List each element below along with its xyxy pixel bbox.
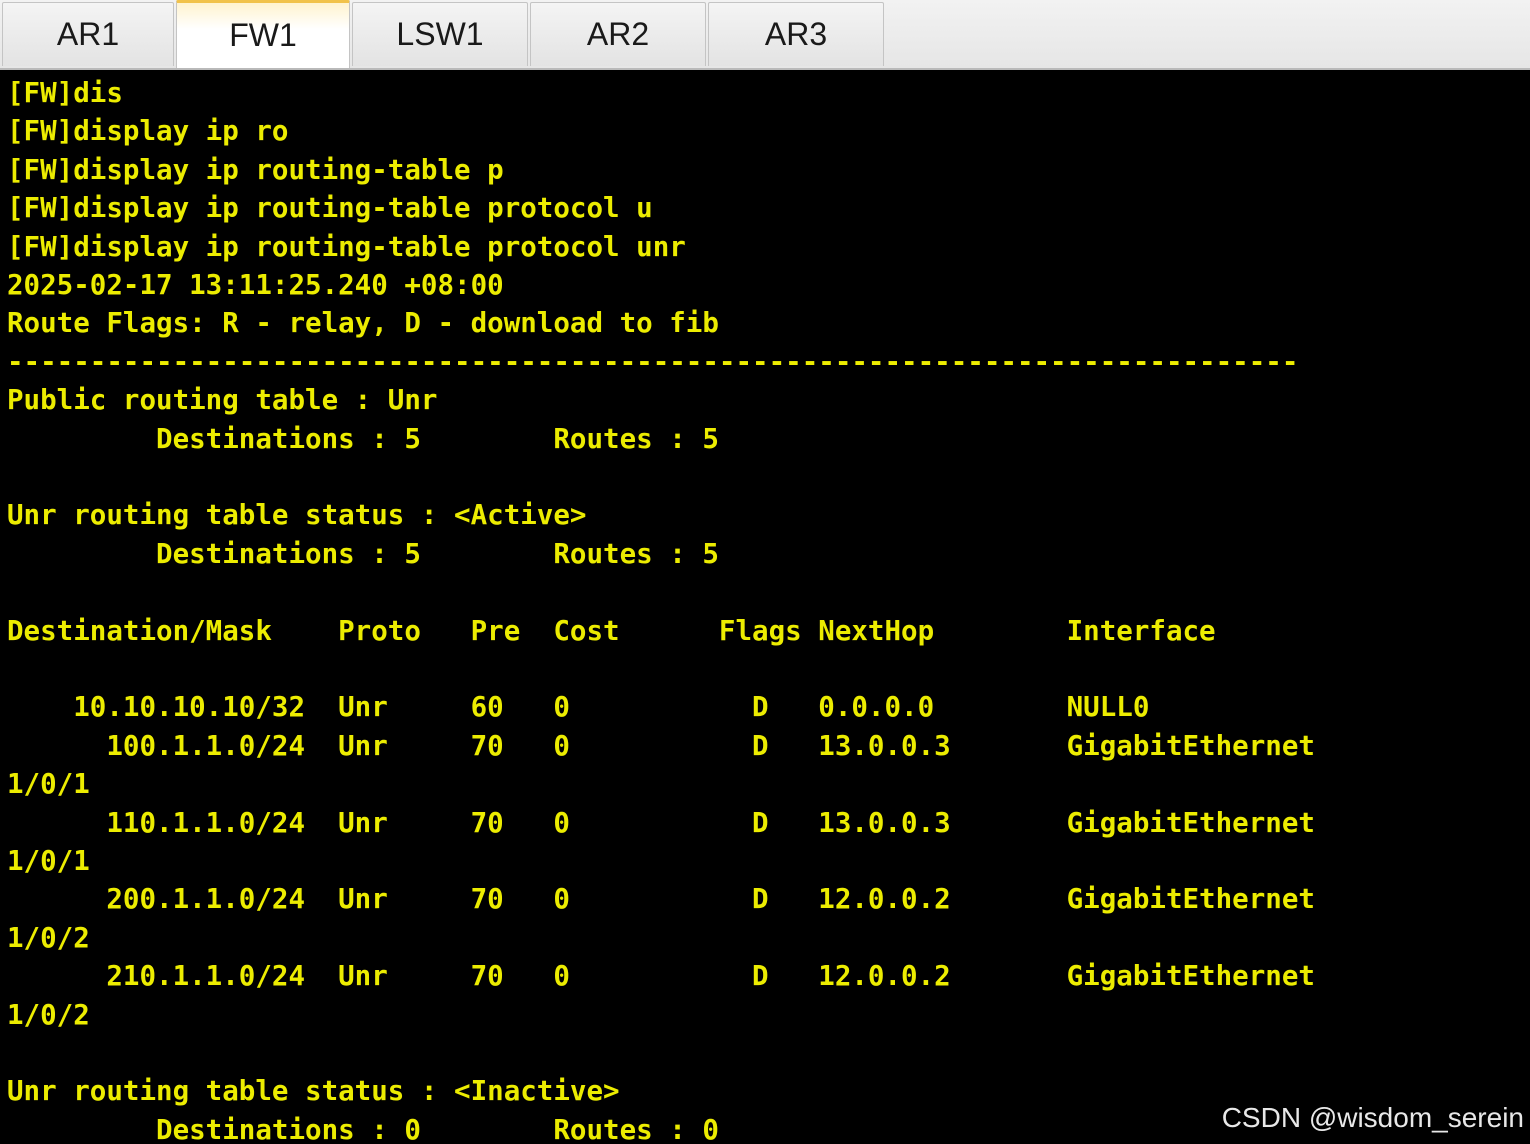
terminal-line: [FW]display ip routing-table p [7, 154, 504, 186]
watermark: CSDN @wisdom_serein [1221, 1102, 1524, 1133]
route-row-wrap: 1/0/2 [7, 999, 90, 1031]
terminal-line: [FW]display ip ro [7, 115, 289, 147]
terminal-separator: ----------------------------------------… [7, 346, 1299, 378]
route-row-wrap: 1/0/1 [7, 768, 90, 800]
tab-ar1[interactable]: AR1 [2, 2, 174, 66]
route-table-header: Destination/Mask Proto Pre Cost Flags Ne… [7, 615, 1216, 647]
route-row: 200.1.1.0/24 Unr 70 0 D 12.0.0.2 Gigabit… [7, 883, 1315, 915]
terminal-line: Route Flags: R - relay, D - download to … [7, 307, 719, 339]
route-row-wrap: 1/0/2 [7, 922, 90, 954]
tab-fw1[interactable]: FW1 [176, 0, 350, 68]
terminal-line: Public routing table : Unr [7, 384, 438, 416]
route-row-wrap: 1/0/1 [7, 845, 90, 877]
terminal-line: [FW]display ip routing-table protocol un… [7, 231, 686, 263]
route-row: 100.1.1.0/24 Unr 70 0 D 13.0.0.3 Gigabit… [7, 730, 1315, 762]
terminal-line: Unr routing table status : <Inactive> [7, 1075, 620, 1107]
route-row: 210.1.1.0/24 Unr 70 0 D 12.0.0.2 Gigabit… [7, 960, 1315, 992]
terminal-line: Destinations : 5 Routes : 5 [7, 423, 719, 455]
terminal-output[interactable]: [FW]dis [FW]display ip ro [FW]display ip… [0, 72, 1530, 1144]
tab-lsw1[interactable]: LSW1 [352, 2, 528, 66]
terminal-line: 2025-02-17 13:11:25.240 +08:00 [7, 269, 504, 301]
route-row: 10.10.10.10/32 Unr 60 0 D 0.0.0.0 NULL0 [7, 691, 1150, 723]
terminal-line: Destinations : 0 Routes : 0 [7, 1114, 719, 1144]
terminal-line: Destinations : 5 Routes : 5 [7, 538, 719, 570]
route-row: 110.1.1.0/24 Unr 70 0 D 13.0.0.3 Gigabit… [7, 807, 1315, 839]
tab-ar3[interactable]: AR3 [708, 2, 884, 66]
tab-ar2[interactable]: AR2 [530, 2, 706, 66]
terminal-line: [FW]display ip routing-table protocol u [7, 192, 653, 224]
terminal-line: [FW]dis [7, 77, 123, 109]
terminal-line: Unr routing table status : <Active> [7, 499, 587, 531]
tab-bar: AR1 FW1 LSW1 AR2 AR3 [0, 0, 1530, 70]
